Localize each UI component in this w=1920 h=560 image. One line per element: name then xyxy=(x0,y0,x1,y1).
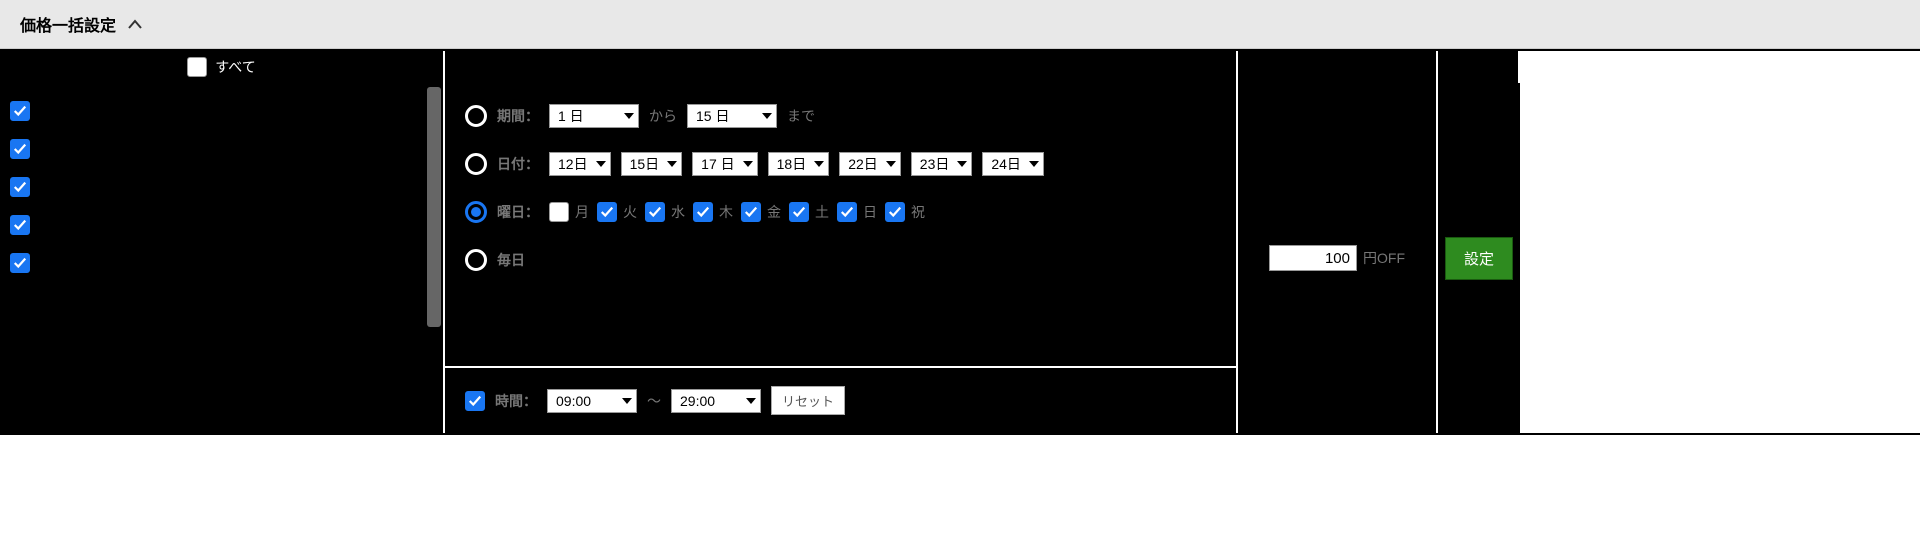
weekday-checkbox[interactable] xyxy=(693,202,713,222)
weekdays-radio[interactable] xyxy=(465,201,487,223)
weekday-label: 祝 xyxy=(911,202,925,222)
weekday-checkbox[interactable] xyxy=(789,202,809,222)
main-grid: すべて 期間： 1 日 から 15 日 まで 日付： xyxy=(0,49,1920,433)
weekday-label: 火 xyxy=(623,202,637,222)
header-all-cell: すべて xyxy=(0,51,445,83)
item-checkbox[interactable] xyxy=(10,253,30,273)
weekdays-row: 曜日： 月 火 水 木 金 土 日 祝 xyxy=(465,199,1216,225)
item-checkbox[interactable] xyxy=(10,139,30,159)
weekday-checks: 月火水木金土日祝 xyxy=(549,202,925,222)
weekday-checkbox[interactable] xyxy=(597,202,617,222)
period-from-suffix: から xyxy=(649,106,677,126)
item-checkbox[interactable] xyxy=(10,101,30,121)
bottom-border xyxy=(0,433,1920,435)
date-select[interactable]: 18日 xyxy=(768,152,830,176)
dates-radio[interactable] xyxy=(465,153,487,175)
weekday-label: 木 xyxy=(719,202,733,222)
time-from-select[interactable]: 09:00 xyxy=(547,389,637,413)
time-section: 時間： 09:00 〜 29:00 リセット xyxy=(445,366,1236,433)
time-label: 時間： xyxy=(495,391,537,411)
item-list-column xyxy=(0,83,445,433)
scrollbar-thumb[interactable] xyxy=(427,87,441,327)
weekday-item: 祝 xyxy=(885,202,925,222)
everyday-label: 毎日 xyxy=(497,250,525,270)
dates-row: 日付： 12日 15日 17 日 18日 22日 23日 24日 xyxy=(465,151,1216,177)
date-select[interactable]: 12日 xyxy=(549,152,611,176)
period-row: 期間： 1 日 から 15 日 まで xyxy=(465,103,1216,129)
reset-button[interactable]: リセット xyxy=(771,386,845,415)
period-radio[interactable] xyxy=(465,105,487,127)
weekday-checkbox[interactable] xyxy=(837,202,857,222)
weekday-item: 木 xyxy=(693,202,733,222)
price-column: 円OFF xyxy=(1238,83,1438,433)
price-suffix: 円OFF xyxy=(1363,248,1405,268)
weekday-item: 火 xyxy=(597,202,637,222)
date-select[interactable]: 15日 xyxy=(621,152,683,176)
price-input[interactable] xyxy=(1269,245,1357,271)
weekday-item: 金 xyxy=(741,202,781,222)
date-select[interactable]: 17 日 xyxy=(692,152,757,176)
time-checkbox[interactable] xyxy=(465,391,485,411)
weekday-checkbox[interactable] xyxy=(549,202,569,222)
action-column: 設定 xyxy=(1438,83,1520,433)
weekday-checkbox[interactable] xyxy=(885,202,905,222)
item-checkbox[interactable] xyxy=(10,215,30,235)
all-checkbox[interactable] xyxy=(187,57,207,77)
header-price-cell xyxy=(1238,51,1438,83)
header-schedule-cell xyxy=(445,51,1238,83)
weekday-item: 土 xyxy=(789,202,829,222)
date-select[interactable]: 24日 xyxy=(982,152,1044,176)
time-row: 時間： 09:00 〜 29:00 リセット xyxy=(465,386,1216,415)
everyday-radio[interactable] xyxy=(465,249,487,271)
weekday-label: 金 xyxy=(767,202,781,222)
weekday-item: 日 xyxy=(837,202,877,222)
weekdays-label: 曜日： xyxy=(497,202,539,222)
date-select[interactable]: 22日 xyxy=(839,152,901,176)
everyday-row: 毎日 xyxy=(465,247,1216,273)
time-to-select[interactable]: 29:00 xyxy=(671,389,761,413)
weekday-label: 月 xyxy=(575,202,589,222)
header-action-cell xyxy=(1438,51,1520,83)
schedule-options: 期間： 1 日 から 15 日 まで 日付： 12日 15日 17 日 18日 … xyxy=(445,83,1236,366)
all-label: すべて xyxy=(215,57,255,77)
date-select[interactable]: 23日 xyxy=(911,152,973,176)
weekday-label: 水 xyxy=(671,202,685,222)
period-to-suffix: まで xyxy=(787,106,815,126)
chevron-up-icon[interactable] xyxy=(128,16,142,32)
item-checkbox[interactable] xyxy=(10,177,30,197)
weekday-label: 土 xyxy=(815,202,829,222)
weekday-item: 月 xyxy=(549,202,589,222)
time-sep: 〜 xyxy=(647,391,661,411)
weekday-label: 日 xyxy=(863,202,877,222)
period-to-select[interactable]: 15 日 xyxy=(687,104,777,128)
set-button[interactable]: 設定 xyxy=(1445,237,1513,280)
item-list xyxy=(10,101,433,273)
weekday-item: 水 xyxy=(645,202,685,222)
section-title: 価格一括設定 xyxy=(20,12,116,36)
schedule-column: 期間： 1 日 から 15 日 まで 日付： 12日 15日 17 日 18日 … xyxy=(445,83,1238,433)
period-label: 期間： xyxy=(497,106,539,126)
section-header: 価格一括設定 xyxy=(0,0,1920,49)
dates-label: 日付： xyxy=(497,154,539,174)
weekday-checkbox[interactable] xyxy=(645,202,665,222)
weekday-checkbox[interactable] xyxy=(741,202,761,222)
period-from-select[interactable]: 1 日 xyxy=(549,104,639,128)
